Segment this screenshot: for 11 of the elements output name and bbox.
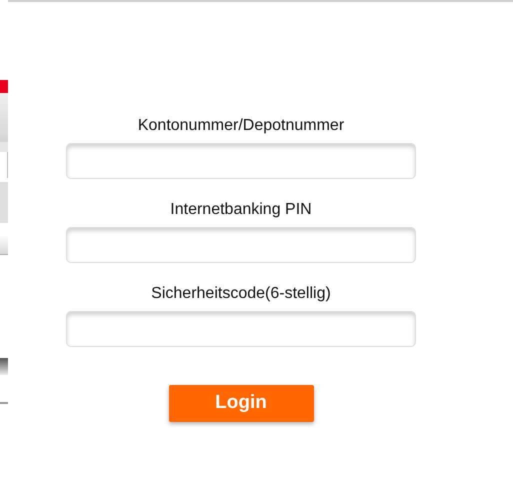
background-panel-edge: [0, 182, 8, 223]
input-field[interactable]: [66, 143, 416, 179]
field-label: Sicherheitscode(6-stellig): [151, 284, 331, 304]
input-field[interactable]: [66, 227, 416, 263]
background-panel-edge: [0, 358, 8, 375]
field-label: Kontonummer/Depotnummer: [138, 116, 344, 136]
background-panel-edge: [0, 402, 8, 404]
login-button[interactable]: Login: [168, 385, 314, 422]
background-panel-edge: [0, 235, 8, 255]
field-label: Internetbanking PIN: [170, 200, 312, 220]
input-field[interactable]: [66, 311, 416, 347]
